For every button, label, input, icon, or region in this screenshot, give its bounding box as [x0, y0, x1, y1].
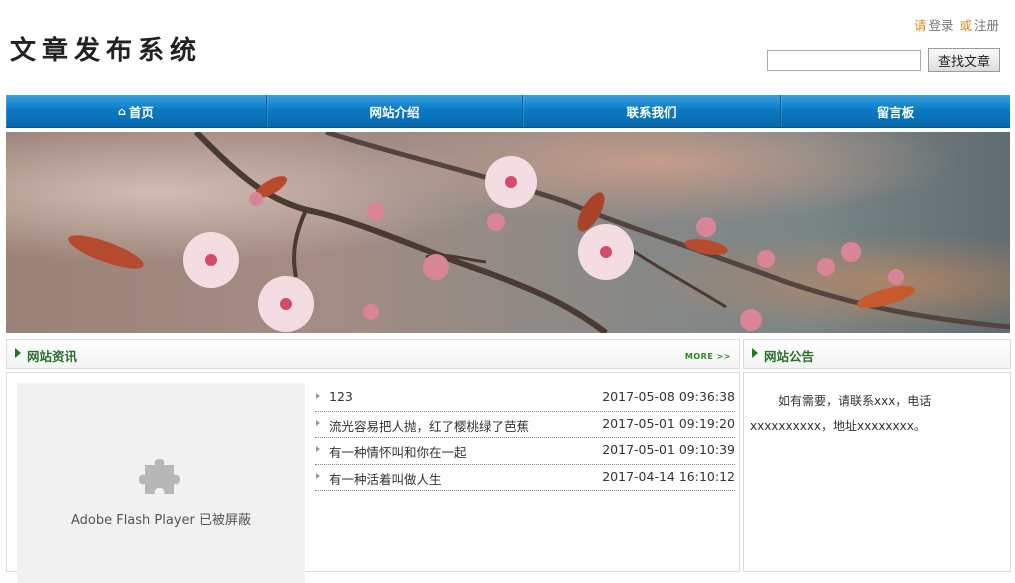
news-item-title[interactable]: 有一种活着叫做人生 — [329, 469, 442, 488]
nav-item-label: 首页 — [128, 104, 154, 120]
section-arrow-icon — [752, 348, 758, 358]
news-item-title[interactable]: 有一种情怀叫和你在一起 — [329, 442, 467, 461]
news-item-time: 2017-05-08 09:36:38 — [602, 389, 735, 404]
nav-item-label: 网站介绍 — [369, 104, 420, 120]
news-panel-header: 网站资讯 MORE >> — [6, 339, 740, 369]
login-link[interactable]: 登录 — [928, 18, 953, 33]
register-link[interactable]: 注册 — [974, 18, 999, 33]
flash-placeholder: Adobe Flash Player 已被屏蔽 — [17, 383, 305, 583]
news-list: 123 2017-05-08 09:36:38 流光容易把人抛，红了樱桃绿了芭蕉… — [315, 385, 735, 491]
notice-panel-header: 网站公告 — [743, 339, 1011, 369]
list-item[interactable]: 123 2017-05-08 09:36:38 — [315, 385, 735, 412]
notice-panel-body: 如有需要，请联系xxx，电话xxxxxxxxxx，地址xxxxxxxx。 — [743, 372, 1011, 572]
news-item-title[interactable]: 123 — [329, 389, 353, 404]
home-icon: ⌂ — [118, 104, 126, 118]
news-item-title[interactable]: 流光容易把人抛，红了樱桃绿了芭蕉 — [329, 416, 529, 435]
auth-prefix: 请 — [913, 18, 927, 33]
list-item[interactable]: 流光容易把人抛，红了樱桃绿了芭蕉 2017-05-01 09:19:20 — [315, 412, 735, 438]
nav-item-about[interactable]: 网站介绍 — [267, 95, 523, 127]
nav-item-guestbook[interactable]: 留言板 — [781, 95, 1010, 127]
nav-item-label: 联系我们 — [626, 104, 677, 120]
list-item[interactable]: 有一种情怀叫和你在一起 2017-05-01 09:10:39 — [315, 438, 735, 465]
notice-text: 如有需要，请联系xxx，电话xxxxxxxxxx，地址xxxxxxxx。 — [750, 394, 932, 433]
nav-item-contact[interactable]: 联系我们 — [523, 95, 781, 127]
bullet-icon — [316, 472, 320, 479]
cherry-blossom-image — [6, 132, 1010, 333]
bullet-icon — [316, 393, 320, 399]
nav-item-home[interactable]: ⌂ 首页 — [6, 95, 267, 127]
puzzle-piece-icon — [139, 459, 180, 494]
news-item-time: 2017-05-01 09:10:39 — [602, 442, 735, 457]
more-link[interactable]: MORE >> — [685, 352, 731, 361]
auth-links: 请登录 或注册 — [912, 15, 999, 34]
list-item[interactable]: 有一种活着叫做人生 2017-04-14 16:10:12 — [315, 465, 735, 491]
news-panel-body: Adobe Flash Player 已被屏蔽 123 2017-05-08 0… — [6, 372, 740, 583]
bullet-icon — [316, 446, 320, 452]
news-item-time: 2017-05-01 09:19:20 — [602, 415, 735, 431]
nav-item-label: 留言板 — [876, 104, 915, 120]
section-arrow-icon — [15, 348, 21, 358]
news-item-time: 2017-04-14 16:10:12 — [602, 468, 735, 484]
auth-or: 或 — [959, 18, 972, 33]
notice-title: 网站公告 — [764, 349, 815, 364]
flash-blocked-text: Adobe Flash Player 已被屏蔽 — [70, 513, 252, 528]
search-button[interactable]: 查找文章 — [928, 48, 1000, 72]
bullet-icon — [316, 419, 320, 426]
hero-banner — [6, 132, 1010, 333]
site-logo: 文章发布系统 — [10, 36, 203, 66]
search-input[interactable] — [767, 50, 921, 71]
news-title: 网站资讯 — [27, 349, 78, 364]
main-nav: ⌂ 首页 网站介绍 联系我们 留言板 — [6, 95, 1010, 128]
